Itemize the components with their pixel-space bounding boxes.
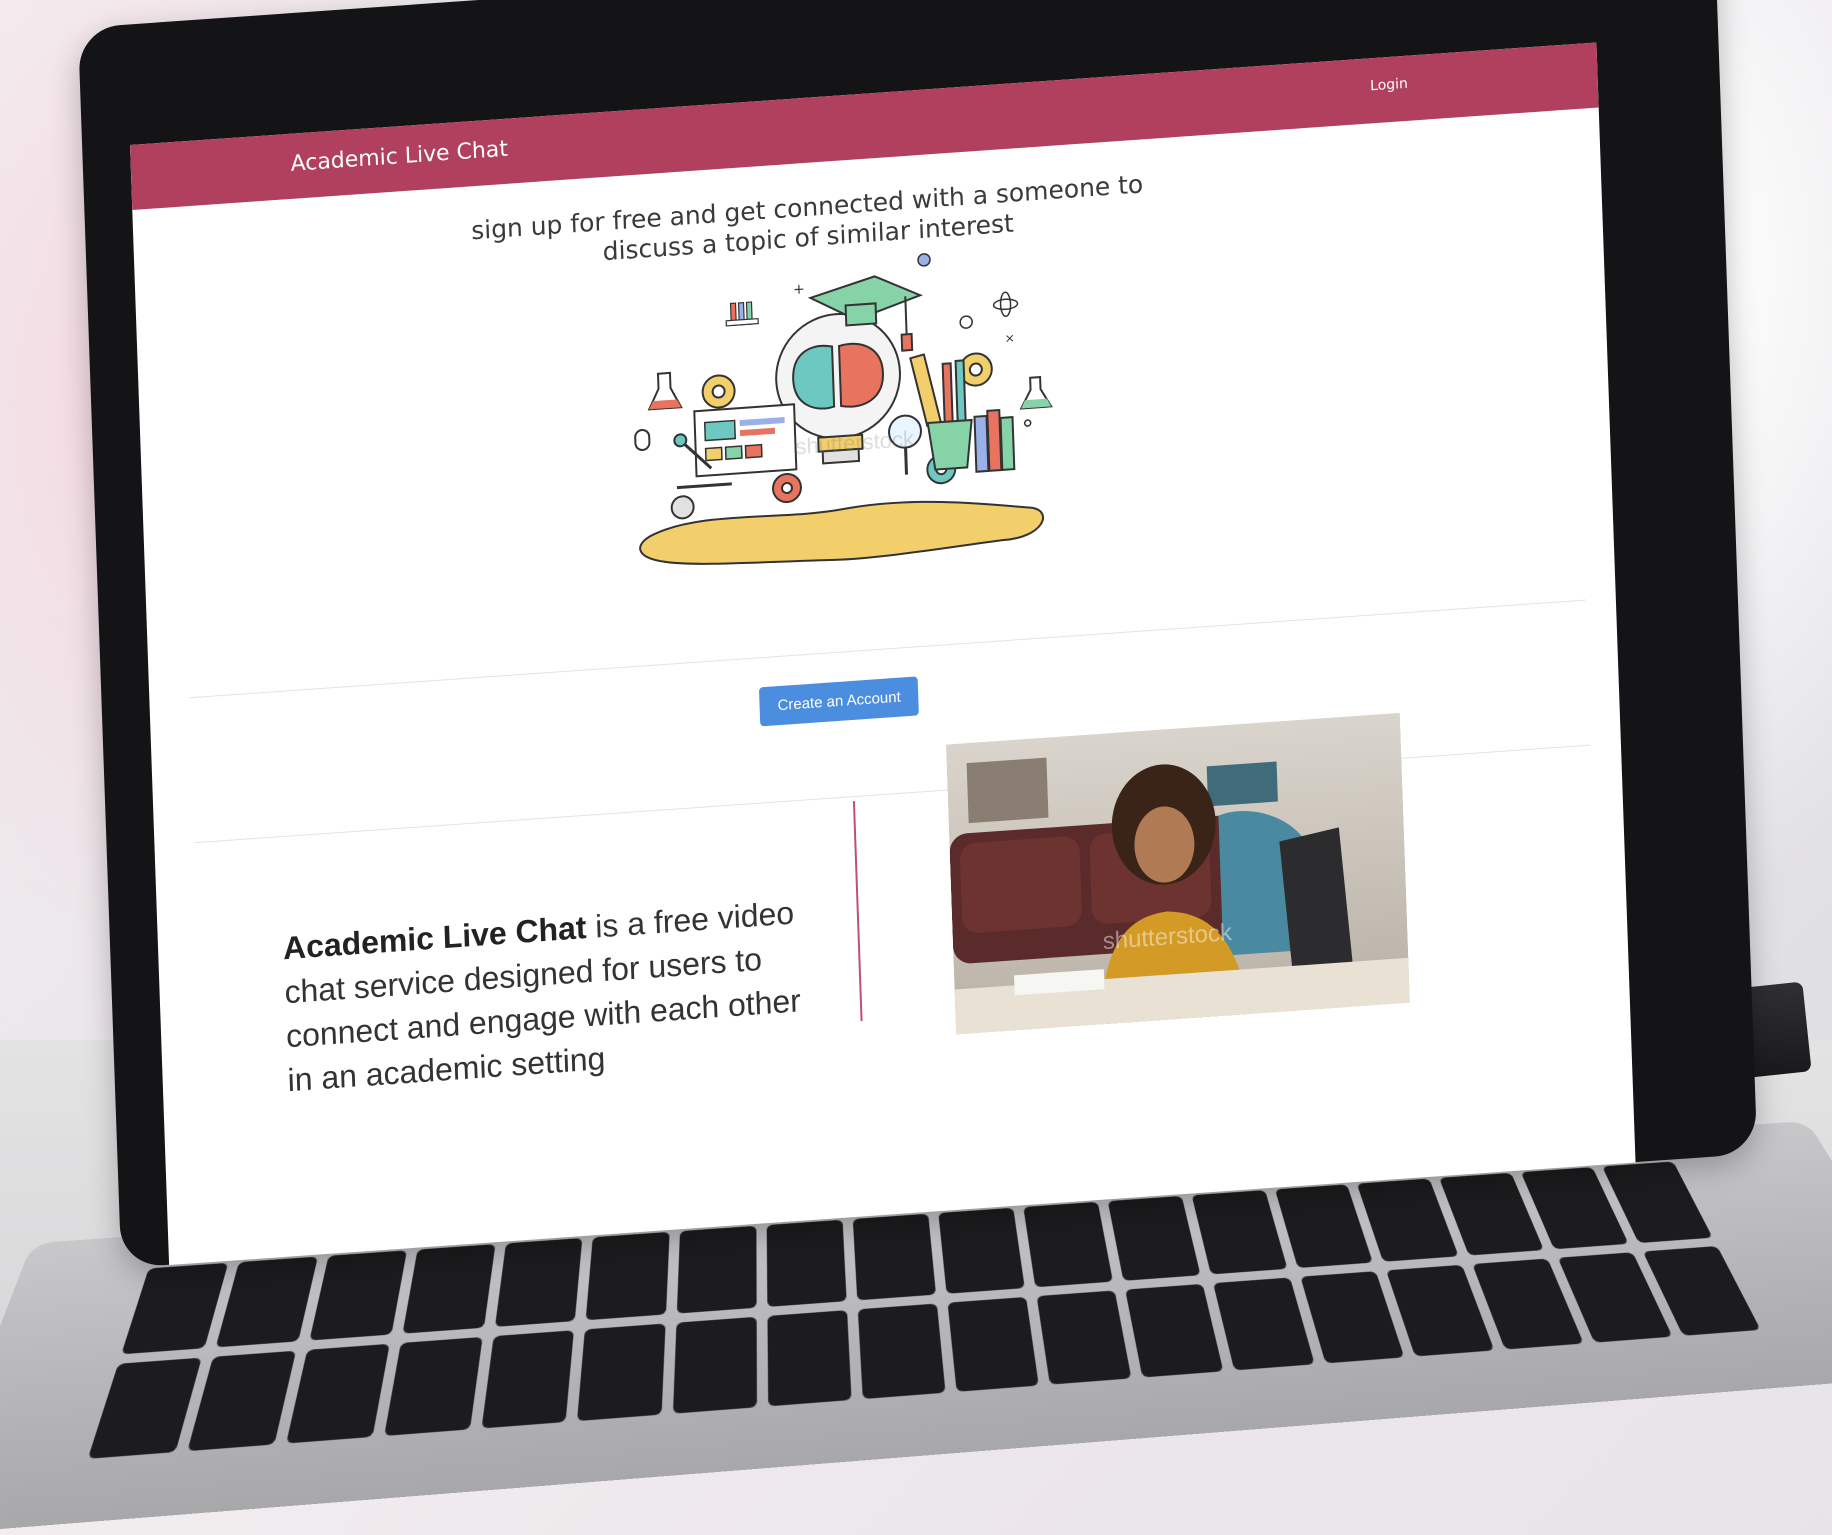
brand-logo-text[interactable]: Academic Live Chat [290,137,508,177]
student-video-chat-photo: shutterstock [945,712,1410,1035]
svg-text:×: × [1005,331,1016,346]
svg-text:+: + [793,281,805,298]
login-link[interactable]: Login [1370,76,1408,95]
education-brain-lightbulb-illustration: + × shutterstock [634,253,1053,565]
create-account-button[interactable]: Create an Account [758,676,920,727]
about-accent-line [852,801,863,1022]
browser-screen: Academic Live Chat Login sign up for fre… [130,42,1636,1265]
about-description: Academic Live Chat is a free video chat … [282,890,807,1102]
laptop: Academic Live Chat Login sign up for fre… [0,0,1832,1535]
